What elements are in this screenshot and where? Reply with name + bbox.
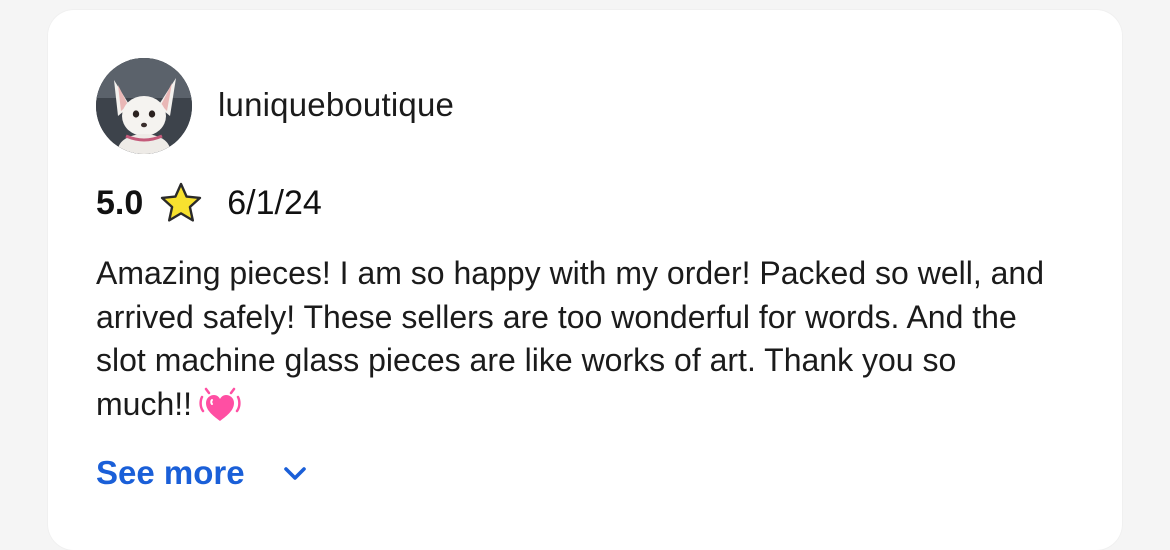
review-text: Amazing pieces! I am so happy with my or…: [96, 252, 1056, 426]
star-icon: [161, 182, 202, 222]
avatar[interactable]: [96, 58, 192, 154]
heart-icon: [199, 387, 241, 421]
dog-avatar-image: [96, 58, 192, 154]
reviewer-username[interactable]: luniqueboutique: [218, 86, 454, 124]
review-date: 6/1/24: [227, 183, 322, 222]
review-card: luniqueboutique 5.0 6/1/24 Amazing piece…: [48, 10, 1122, 550]
see-more-label: See more: [96, 454, 245, 491]
rating-value: 5.0: [96, 183, 144, 222]
rating-row: 5.0 6/1/24: [96, 180, 322, 226]
see-more-button[interactable]: See more: [96, 454, 309, 492]
chevron-down-icon[interactable]: [281, 463, 309, 483]
